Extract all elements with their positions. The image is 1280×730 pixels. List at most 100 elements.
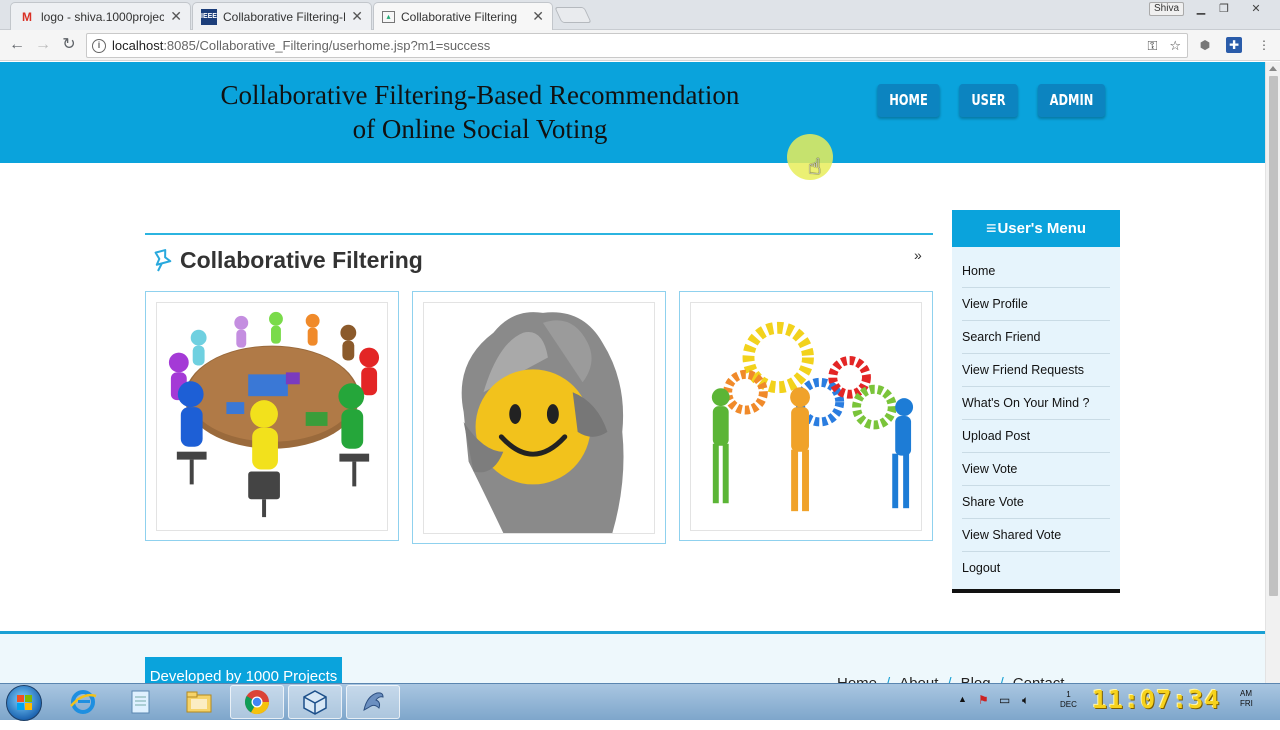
developed-by-badge: Developed by 1000 Projects: [145, 657, 342, 683]
clock-meridiem: AM FRI: [1240, 689, 1253, 709]
tray-show-hidden-icon[interactable]: ▲: [958, 694, 967, 730]
tray-volume-icon[interactable]: 🔈︎: [1022, 693, 1029, 729]
people-holding-gears-image: [690, 302, 922, 531]
footer-link-home[interactable]: Home: [837, 675, 877, 683]
back-icon[interactable]: ←: [6, 35, 28, 55]
menu-item-whats-on-your-mind[interactable]: What's On Your Mind ?: [962, 387, 1110, 420]
tab-title: Collaborative Filtering-Ba: [223, 9, 346, 24]
forward-icon[interactable]: →: [32, 35, 54, 55]
menu-item-view-vote[interactable]: View Vote: [962, 453, 1110, 486]
chrome-icon[interactable]: [230, 685, 284, 719]
gmail-icon: M: [22, 9, 32, 24]
close-tab-icon[interactable]: ✕: [532, 8, 544, 25]
menu-kebab-icon[interactable]: ⋮: [1256, 37, 1272, 53]
page-scrollbar[interactable]: [1265, 62, 1280, 683]
menu-item-view-friend-requests[interactable]: View Friend Requests: [962, 354, 1110, 387]
menu-item-view-shared-vote[interactable]: View Shared Vote: [962, 519, 1110, 552]
nav-home-button[interactable]: HOME: [877, 84, 940, 117]
image-card-smiley[interactable]: [412, 291, 666, 544]
footer-link-blog[interactable]: Blog: [961, 675, 991, 683]
notepad-icon[interactable]: [114, 685, 168, 719]
scroll-up-icon[interactable]: [1269, 66, 1277, 71]
internet-explorer-icon[interactable]: [56, 685, 110, 719]
ieee-icon: IEEE: [201, 8, 217, 25]
reload-icon[interactable]: ↻: [58, 35, 80, 55]
site-footer: Developed by 1000 Projects Home / About …: [0, 634, 1265, 683]
key-icon[interactable]: ⚿: [1147, 38, 1157, 54]
menu-item-search-friend[interactable]: Search Friend: [962, 321, 1110, 354]
site-title-line2: of Online Social Voting: [352, 114, 608, 144]
nav-admin-button[interactable]: ADMIN: [1037, 84, 1106, 117]
page-icon: ▴: [382, 10, 395, 23]
tab-collaborative-filtering[interactable]: ▴ Collaborative Filtering ✕: [373, 2, 553, 30]
tab-title: logo - shiva.1000projects: [41, 9, 165, 24]
footer-links: Home / About / Blog / Contact: [837, 675, 1064, 683]
site-title: Collaborative Filtering-Based Recommenda…: [150, 78, 810, 146]
user-menu-panel: ≡ User's Menu Home View Profile Search F…: [952, 210, 1120, 593]
close-window-icon[interactable]: ✕: [1245, 2, 1267, 16]
site-header: Collaborative Filtering-Based Recommenda…: [0, 62, 1265, 163]
date-day: 1: [1066, 690, 1071, 699]
meeting-table-puzzle-image: [156, 302, 388, 531]
gears-illustration: [711, 321, 914, 512]
footer-separator: /: [886, 675, 890, 683]
menu-item-logout[interactable]: Logout: [962, 552, 1110, 585]
hand-cursor-icon: ☝: [808, 154, 822, 179]
shield-extension-icon[interactable]: ⬢: [1197, 37, 1213, 53]
virtualbox-icon[interactable]: [288, 685, 342, 719]
more-arrows-icon[interactable]: »: [914, 247, 922, 263]
footer-separator: /: [947, 675, 951, 683]
image-card-meeting[interactable]: [145, 291, 399, 541]
new-tab-button[interactable]: [554, 7, 592, 23]
tray-date[interactable]: 1 DEC: [1060, 690, 1077, 710]
close-tab-icon[interactable]: ✕: [351, 8, 363, 25]
start-button[interactable]: [6, 685, 42, 721]
tab-title: Collaborative Filtering: [401, 9, 518, 24]
section-divider: [145, 233, 933, 235]
smiley-illustration: [461, 312, 624, 533]
address-bar[interactable]: i localhost:8085/Collaborative_Filtering…: [86, 33, 1188, 58]
meeting-illustration: [168, 311, 380, 518]
profile-badge[interactable]: Shiva: [1149, 2, 1185, 16]
date-month: DEC: [1060, 700, 1077, 709]
section-header: Collaborative Filtering: [152, 247, 423, 274]
tab-ieee[interactable]: IEEE Collaborative Filtering-Ba ✕: [192, 2, 372, 30]
tray-action-center-icon[interactable]: ⚑: [978, 693, 989, 729]
footer-link-about[interactable]: About: [899, 675, 938, 683]
tray-clock[interactable]: 11:07:34: [1092, 685, 1220, 714]
clock-ampm: AM: [1240, 689, 1252, 698]
section-title: Collaborative Filtering: [180, 247, 423, 273]
mysql-dolphin-icon[interactable]: [346, 685, 400, 719]
bookmark-star-icon[interactable]: ☆: [1169, 38, 1181, 54]
url-text[interactable]: localhost:8085/Collaborative_Filtering/u…: [112, 38, 1141, 53]
windows-taskbar: ▲ ⚑ ▭ 🔈︎ 1 DEC 11:07:34 AM FRI: [0, 683, 1280, 721]
puzzle-extension-icon[interactable]: ✚: [1226, 37, 1242, 53]
scrollbar-thumb[interactable]: [1269, 76, 1278, 596]
hamburger-icon: ≡: [985, 218, 997, 238]
nav-user-button[interactable]: USER: [959, 84, 1018, 117]
user-menu-header: ≡ User's Menu: [952, 210, 1120, 247]
hand-squeezing-smiley-ball-image: [423, 302, 655, 534]
tab-gmail[interactable]: M logo - shiva.1000projects ✕: [10, 2, 191, 30]
menu-item-upload-post[interactable]: Upload Post: [962, 420, 1110, 453]
image-card-gears[interactable]: [679, 291, 933, 541]
thumbtack-icon: [154, 248, 172, 271]
browser-toolbar: ← → ↻ i localhost:8085/Collaborative_Fil…: [0, 30, 1280, 61]
file-explorer-icon[interactable]: [172, 685, 226, 719]
footer-link-contact[interactable]: Contact: [1013, 675, 1065, 683]
info-icon[interactable]: i: [92, 38, 106, 53]
menu-item-home[interactable]: Home: [962, 255, 1110, 288]
minimize-icon[interactable]: ▁: [1190, 2, 1212, 16]
restore-icon[interactable]: ❐: [1213, 2, 1235, 16]
browser-tab-strip: M logo - shiva.1000projects ✕ IEEE Colla…: [0, 0, 1280, 30]
tray-network-icon[interactable]: ▭: [999, 693, 1010, 729]
menu-item-share-vote[interactable]: Share Vote: [962, 486, 1110, 519]
close-tab-icon[interactable]: ✕: [170, 8, 182, 25]
clock-day: FRI: [1240, 699, 1253, 708]
menu-item-view-profile[interactable]: View Profile: [962, 288, 1110, 321]
windows-logo-icon: [17, 695, 32, 710]
footer-separator: /: [1000, 675, 1004, 683]
user-menu-title: User's Menu: [997, 220, 1087, 237]
user-menu-list: Home View Profile Search Friend View Fri…: [952, 247, 1120, 585]
site-title-line1: Collaborative Filtering-Based Recommenda…: [220, 80, 740, 110]
